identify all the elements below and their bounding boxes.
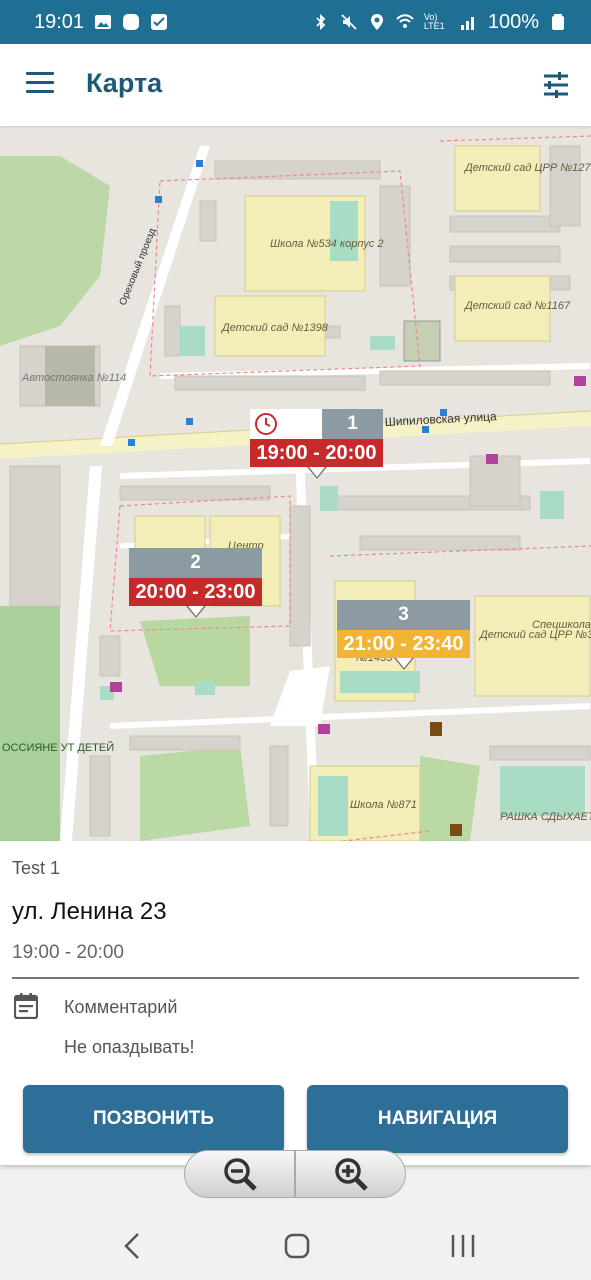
hamburger-icon[interactable] <box>26 72 54 96</box>
zoom-out-button[interactable] <box>184 1150 295 1198</box>
map-canvas: Школа №534 корпус 2 Детский сад №1398 Де… <box>0 126 591 841</box>
marker-number: 3 <box>337 600 470 630</box>
back-icon[interactable] <box>114 1230 154 1262</box>
network-type: Vo) LTE1 <box>423 12 445 31</box>
map-label-parking: Автостоянка №114 <box>21 372 126 384</box>
call-button[interactable]: ПОЗВОНИТЬ <box>23 1085 284 1153</box>
status-bar: 19:01 Vo) LTE1 100% <box>0 0 591 44</box>
point-address: ул. Ленина 23 <box>12 898 167 925</box>
map-label-kg-1398: Детский сад №1398 <box>220 322 329 334</box>
zoom-in-button[interactable] <box>295 1150 406 1198</box>
map-marker-2[interactable]: 2 20:00 - 23:00 <box>129 548 262 618</box>
bluetooth-icon <box>316 13 326 31</box>
map-label-school-871: Школа №871 <box>350 799 417 811</box>
point-name: Test 1 <box>12 858 61 878</box>
battery-percent: 100% <box>487 10 539 33</box>
gallery-icon <box>95 15 112 29</box>
checkbox-notification-icon <box>151 14 168 30</box>
map-label-kg-1271: Детский сад ЦРР №1271 <box>463 162 591 174</box>
map-label-russia: ОССИЯНЕ УТ ДЕТЕЙ <box>2 741 114 754</box>
map-label-rasha: РАШКА СДЫХАЕТ <box>500 811 591 823</box>
marker-time: 21:00 - 23:40 <box>337 630 470 658</box>
time-window: 19:00 - 20:00 <box>12 942 124 963</box>
zoom-in-icon <box>334 1158 368 1191</box>
comment-value: Не опаздывать! <box>64 1037 195 1057</box>
location-icon <box>370 14 383 30</box>
navigation-button[interactable]: НАВИГАЦИЯ <box>307 1085 568 1153</box>
tune-icon[interactable] <box>541 70 571 100</box>
marker-number: 2 <box>129 548 262 578</box>
clock-icon <box>255 413 277 435</box>
wifi-icon <box>396 14 414 28</box>
mute-icon <box>341 14 357 30</box>
map-marker-3[interactable]: 3 21:00 - 23:40 <box>337 600 470 670</box>
signal-icon <box>460 17 474 30</box>
map-label-school-534: Школа №534 корпус 2 <box>270 238 384 250</box>
map-label-school-991: Спецшкола №991 <box>532 619 591 631</box>
map-marker-1[interactable]: 1 19:00 - 20:00 <box>250 409 383 479</box>
marker-time: 20:00 - 23:00 <box>129 578 262 606</box>
marker-time: 19:00 - 20:00 <box>250 439 383 467</box>
status-time: 19:01 <box>34 10 85 33</box>
zoom-controls <box>184 1150 406 1198</box>
calendar-icon <box>14 993 38 1019</box>
app-bar: Карта <box>0 44 591 126</box>
home-icon[interactable] <box>277 1230 317 1262</box>
page-title: Карта <box>86 68 163 98</box>
map-label-kg-1167: Детский сад №1167 <box>463 300 571 312</box>
zoom-out-icon <box>223 1158 257 1191</box>
divider <box>12 977 579 979</box>
app-notification-icon <box>123 14 140 30</box>
comment-label: Комментарий <box>64 997 178 1017</box>
map-view[interactable]: Школа №534 корпус 2 Детский сад №1398 Де… <box>0 126 591 841</box>
battery-icon <box>552 14 564 30</box>
marker-number: 1 <box>322 409 383 439</box>
point-detail-sheet: Test 1 ул. Ленина 23 19:00 - 20:00 Комме… <box>0 841 591 1165</box>
system-nav-bar <box>0 1210 591 1280</box>
recents-icon[interactable] <box>443 1230 483 1262</box>
